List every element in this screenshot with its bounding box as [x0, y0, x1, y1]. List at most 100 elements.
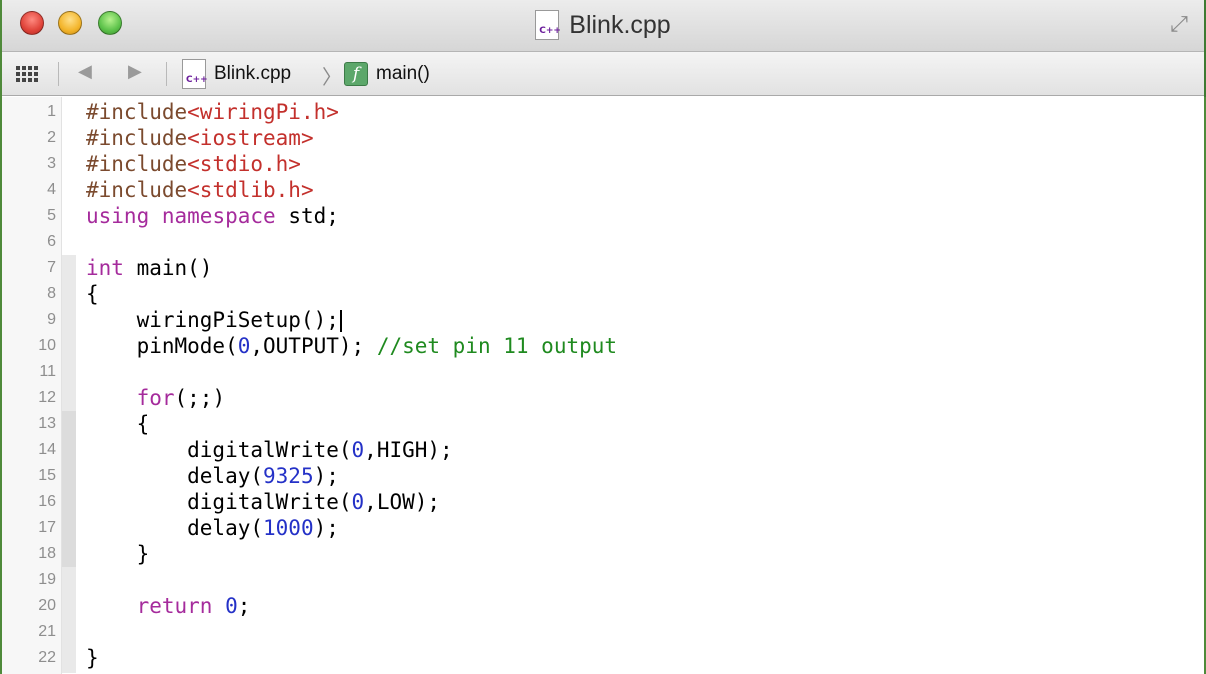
code-line[interactable]: 16 digitalWrite(0,LOW); — [38, 489, 1196, 515]
code-token: digitalWrite( — [86, 490, 352, 514]
function-icon: f — [344, 62, 368, 86]
code-token: <iostream> — [187, 126, 314, 150]
line-number: 22 — [38, 649, 56, 666]
code-token: ; — [237, 594, 251, 618]
jumpbar-divider — [58, 62, 59, 86]
code-token: 9325 — [263, 464, 314, 488]
code-line[interactable]: 14 digitalWrite(0,HIGH); — [38, 437, 1196, 463]
code-token: namespace — [161, 204, 276, 228]
cpp-file-icon-label: C++ — [186, 75, 208, 85]
code-token: #include — [86, 178, 188, 202]
code-token: 0 — [237, 334, 251, 358]
line-number: 20 — [38, 597, 56, 614]
related-items-icon[interactable] — [16, 66, 38, 82]
breadcrumb-file-label: Blink.cpp — [214, 63, 292, 84]
code-token: 0 — [351, 438, 365, 462]
code-token: <stdlib.h> — [187, 178, 314, 202]
breadcrumb-file[interactable]: C++ Blink.cpp — [182, 58, 291, 90]
code-token: ); — [313, 516, 339, 540]
code-token: <wiringPi.h> — [187, 100, 339, 124]
code-line[interactable]: 11 — [39, 359, 1196, 385]
code-folding-ribbon[interactable] — [62, 97, 76, 674]
code-token: ,OUTPUT); — [250, 334, 377, 358]
source-code[interactable]: 1 #include<wiringPi.h> 2 #include<iostream>… — [38, 99, 1196, 671]
title-bar[interactable]: C++ Blink.cpp ⤢ — [2, 0, 1204, 52]
code-token: pinMode( — [86, 334, 238, 358]
fold-region-for-loop[interactable] — [62, 411, 76, 567]
code-line[interactable]: 3 #include<stdio.h> — [47, 151, 1196, 177]
breadcrumb-function[interactable]: f main() — [344, 58, 430, 90]
line-number: 4 — [47, 181, 56, 198]
code-line[interactable]: 22} — [38, 645, 1196, 671]
code-token: std; — [275, 204, 339, 228]
line-number: 2 — [47, 129, 56, 146]
code-line[interactable]: 12 for(;;) — [38, 385, 1196, 411]
forward-arrow-icon[interactable]: ▶ — [128, 61, 142, 82]
code-line[interactable]: 7 int main() — [47, 255, 1196, 281]
line-number: 19 — [38, 571, 56, 588]
code-token: using — [86, 204, 150, 228]
code-token: delay( — [86, 464, 264, 488]
code-token: digitalWrite( — [86, 438, 352, 462]
code-line[interactable]: 21 — [38, 619, 1196, 645]
code-token: #include — [86, 100, 188, 124]
window-title: Blink.cpp — [569, 10, 671, 39]
code-token: <stdio.h> — [187, 152, 301, 176]
code-line[interactable]: 18 } — [38, 541, 1196, 567]
code-token: } — [86, 542, 150, 566]
jumpbar-divider — [166, 62, 167, 86]
cpp-file-icon-label: C++ — [539, 26, 561, 36]
code-line[interactable]: 10 pinMode(0,OUTPUT); //set pin 11 outpu… — [38, 333, 1196, 359]
line-number: 9 — [47, 311, 56, 328]
code-editor[interactable]: 1 #include<wiringPi.h> 2 #include<iostream>… — [2, 97, 1204, 674]
back-arrow-icon[interactable]: ◀ — [78, 61, 92, 82]
line-number: 13 — [38, 415, 56, 432]
code-token: ); — [313, 464, 339, 488]
breadcrumb-separator-icon: 〉 — [322, 65, 342, 89]
line-number: 11 — [39, 363, 56, 380]
window-title-group: C++ Blink.cpp — [2, 0, 1204, 50]
code-token: #include — [86, 152, 188, 176]
code-line[interactable]: 9 wiringPiSetup(); — [47, 307, 1196, 333]
jump-bar: ◀ ▶ C++ Blink.cpp 〉 f main() — [2, 52, 1204, 96]
code-line[interactable]: 6 — [47, 229, 1196, 255]
line-number: 12 — [38, 389, 56, 406]
code-line[interactable]: 5 using namespace std; — [47, 203, 1196, 229]
code-token: { — [86, 282, 99, 306]
code-token: for — [136, 386, 175, 410]
line-number: 3 — [47, 155, 56, 172]
code-line[interactable]: 17 delay(1000); — [38, 515, 1196, 541]
line-number: 15 — [38, 467, 56, 484]
code-token: #include — [86, 126, 188, 150]
breadcrumb-function-label: main() — [376, 63, 430, 84]
text-cursor — [339, 310, 342, 332]
line-number: 8 — [47, 285, 56, 302]
code-token: main() — [123, 256, 213, 280]
editor-window: C++ Blink.cpp ⤢ ◀ ▶ C++ Blink.cpp 〉 f ma… — [2, 0, 1204, 674]
code-token: { — [86, 412, 150, 436]
cpp-file-icon: C++ — [182, 59, 208, 89]
line-number: 14 — [38, 441, 56, 458]
code-line[interactable]: 15 delay(9325); — [38, 463, 1196, 489]
cpp-file-icon: C++ — [535, 10, 561, 40]
line-number: 6 — [47, 233, 56, 250]
code-line[interactable]: 8{ — [47, 281, 1196, 307]
code-token: 1000 — [263, 516, 314, 540]
code-line[interactable]: 13 { — [38, 411, 1196, 437]
code-token: //set pin 11 output — [376, 334, 618, 358]
code-line[interactable]: 20 return 0; — [38, 593, 1196, 619]
code-token: ,HIGH); — [364, 438, 453, 462]
code-line[interactable]: 1 #include<wiringPi.h> — [47, 99, 1196, 125]
code-token: int — [86, 256, 124, 280]
line-number: 1 — [47, 103, 56, 120]
code-line[interactable]: 2 #include<iostream> — [47, 125, 1196, 151]
code-line[interactable]: 4 #include<stdlib.h> — [47, 177, 1196, 203]
code-line[interactable]: 19 — [38, 567, 1196, 593]
fullscreen-icon[interactable]: ⤢ — [1164, 10, 1194, 40]
line-number: 5 — [47, 207, 56, 224]
code-token: (;;) — [174, 386, 226, 410]
line-number: 10 — [38, 337, 56, 354]
